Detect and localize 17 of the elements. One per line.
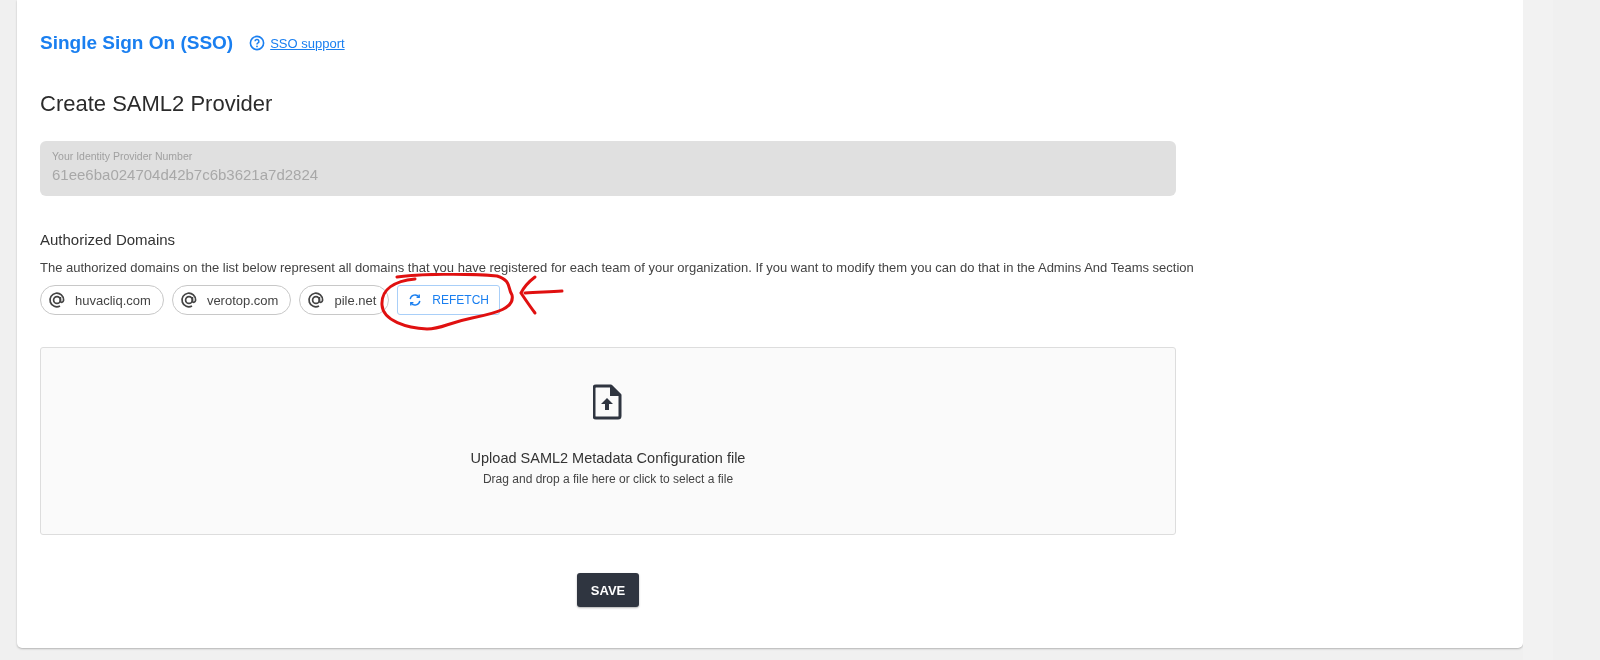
save-button[interactable]: SAVE bbox=[577, 573, 639, 607]
refetch-button[interactable]: REFETCH bbox=[397, 285, 500, 315]
at-sign-icon bbox=[47, 290, 67, 310]
page-title: Single Sign On (SSO) bbox=[40, 32, 234, 54]
refresh-icon bbox=[408, 293, 423, 307]
file-dropzone[interactable]: Upload SAML2 Metadata Configuration file Drag and drop a file here or click to select a file bbox=[40, 347, 1176, 535]
support-link[interactable]: SSO support bbox=[270, 35, 345, 51]
at-sign-icon bbox=[178, 290, 199, 310]
domain-name: huvacliq.com bbox=[75, 292, 151, 308]
section-heading: Create SAML2 Provider bbox=[40, 91, 274, 117]
upload-title: Upload SAML2 Metadata Configuration file bbox=[470, 450, 746, 466]
section-label: Authorized Domains bbox=[40, 231, 177, 248]
file-upload-icon bbox=[593, 384, 623, 420]
domain-name: verotop.com bbox=[206, 292, 279, 308]
domain-name: pile.net bbox=[334, 292, 377, 308]
help-icon bbox=[249, 35, 266, 51]
upload-hint: Drag and drop a file here or click to select a file bbox=[482, 472, 734, 486]
